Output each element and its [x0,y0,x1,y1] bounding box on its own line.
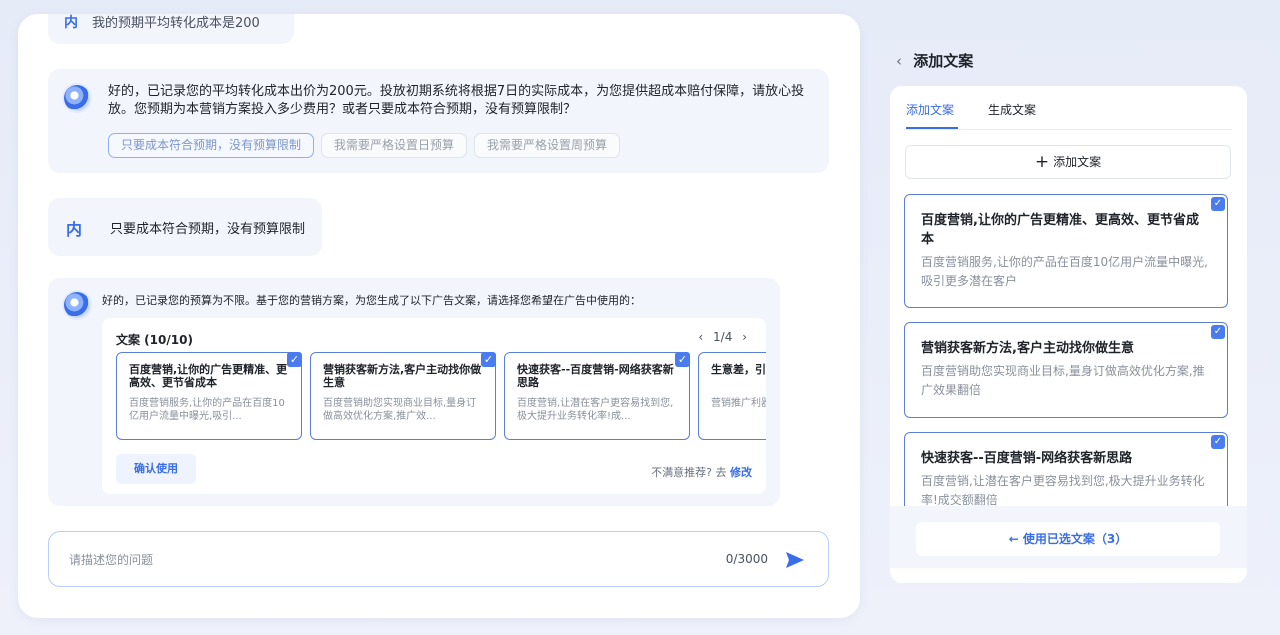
ad-copy-item-desc: 营销推广利器,专业... [711,398,766,409]
side-copy-item[interactable]: 快速获客--百度营销-网络获客新思路 百度营销,让潜在客户更容易找到您,极大提升… [904,432,1228,506]
check-icon[interactable]: ✓ [287,352,302,367]
ad-copy-item[interactable]: 营销获客新方法,客户主动找你做生意 百度营销助您实现商业目标,量身订做高效优化方… [310,352,496,440]
check-icon[interactable]: ✓ [1211,197,1225,211]
ad-copy-item-title: 营销获客新方法,客户主动找你做生意 [323,363,482,389]
side-copy-item-desc: 百度营销服务,让你的产品在百度10亿用户流量中曝光,吸引更多潜在客户 [921,255,1208,288]
check-icon[interactable]: ✓ [675,352,690,367]
bot-message-text: 好的，已记录您的预算为不限。基于您的营销方案，为您生成了以下广告文案，请选择您希… [102,294,641,307]
plus-icon: + [1034,152,1050,172]
ad-copy-item-title: 快速获客--百度营销-网络获客新思路 [517,363,674,389]
side-copy-item-desc: 百度营销助您实现商业目标,量身订做高效优化方案,推广效果翻倍 [921,364,1205,397]
char-counter: 0/3000 [725,552,768,566]
ad-copy-item-desc: 百度营销助您实现商业目标,量身订做高效优化方案,推广效... [323,398,477,422]
ad-copy-card: 文案 (10/10) ‹ 1/4 › 百度营销,让你的广告更精准、更高效、更节省… [102,318,766,494]
tab-add-copy[interactable]: 添加文案 [906,101,954,118]
chat-input-box: 0/3000 [48,531,829,587]
modify-link[interactable]: 修改 [730,466,752,479]
check-icon[interactable]: ✓ [481,352,496,367]
side-panel-title: 添加文案 [913,52,974,70]
quick-reply-chip-weekly-budget[interactable]: 我需要严格设置周预算 [474,133,621,158]
user-message-bubble: 内 我的预期平均转化成本是200 [48,14,294,44]
ad-copy-item-desc: 百度营销,让潜在客户更容易找到您,极大提升业务转化率!成... [517,398,674,422]
side-copy-item-title: 营销获客新方法,客户主动找你做生意 [921,341,1134,356]
user-message-text: 只要成本符合预期，没有预算限制 [110,222,306,237]
side-panel: 添加文案 生成文案 + 添加文案 百度营销,让你的广告更精准、更高效、更节省成本 … [890,86,1247,583]
side-copy-item[interactable]: 百度营销,让你的广告更精准、更高效、更节省成本 百度营销服务,让你的产品在百度1… [904,194,1228,308]
chat-input[interactable] [69,549,629,571]
user-message-text: 我的预期平均转化成本是200 [92,16,260,31]
side-copy-item[interactable]: 营销获客新方法,客户主动找你做生意 百度营销助您实现商业目标,量身订做高效优化方… [904,322,1228,418]
ad-copy-item-title: 生意差，引流推广 [711,363,766,376]
check-icon[interactable]: ✓ [1211,325,1225,339]
ad-copy-item-desc: 百度营销服务,让你的产品在百度10亿用户流量中曝光,吸引... [129,398,285,422]
side-panel-header: ‹ 添加文案 [896,50,973,71]
ad-copy-item[interactable]: 百度营销,让你的广告更精准、更高效、更节省成本 百度营销服务,让你的产品在百度1… [116,352,302,440]
add-copy-button-label: 添加文案 [1053,155,1102,169]
send-icon[interactable] [784,549,806,571]
user-message-bubble: 内 只要成本符合预期，没有预算限制 [48,198,322,256]
bot-message-bubble: 好的，已记录您的平均转化成本出价为200元。投放初期系统将根据7日的实际成本，为… [48,69,829,173]
side-copy-item-title: 快速获客--百度营销-网络获客新思路 [921,451,1133,466]
quick-reply-chips: 只要成本符合预期，没有预算限制 我需要严格设置日预算 我需要严格设置周预算 [108,133,621,158]
user-avatar: 内 [64,15,78,31]
chat-panel: 内 我的预期平均转化成本是200 好的，已记录您的平均转化成本出价为200元。投… [18,14,860,618]
ad-copy-item[interactable]: 生意差，引流推广 营销推广利器,专业... [698,352,766,440]
tab-bar: 添加文案 生成文案 [904,98,1232,130]
bot-message-text: 好的，已记录您的平均转化成本出价为200元。投放初期系统将根据7日的实际成本，为… [108,84,805,117]
user-avatar: 内 [66,220,83,239]
bot-avatar-icon [64,85,90,111]
ad-copy-item[interactable]: 快速获客--百度营销-网络获客新思路 百度营销,让潜在客户更容易找到您,极大提升… [504,352,690,440]
dissatisfied-hint: 不满意推荐? 去 修改 [651,464,752,480]
side-copy-list: 百度营销,让你的广告更精准、更高效、更节省成本 百度营销服务,让你的产品在百度1… [904,194,1232,506]
pager-prev-icon[interactable]: ‹ [698,330,703,344]
pager-next-icon[interactable]: › [742,330,747,344]
use-selected-bar: ← 使用已选文案（3） [890,506,1247,568]
pager-text: 1/4 [713,330,733,344]
back-arrow-icon[interactable]: ‹ [896,52,902,70]
add-copy-button[interactable]: + 添加文案 [905,145,1231,179]
side-copy-item-desc: 百度营销,让潜在客户更容易找到您,极大提升业务转化率!成交额翻倍 [921,474,1205,506]
ad-copy-card-title: 文案 (10/10) [116,333,193,347]
tab-generate-copy[interactable]: 生成文案 [988,101,1036,118]
pager: ‹ 1/4 › [695,330,750,344]
ad-copy-list: 百度营销,让你的广告更精准、更高效、更节省成本 百度营销服务,让你的产品在百度1… [116,352,766,440]
side-copy-item-title: 百度营销,让你的广告更精准、更高效、更节省成本 [921,213,1199,247]
bot-avatar-icon [64,292,90,318]
dissatisfied-text: 不满意推荐? 去 [651,466,727,479]
check-icon[interactable]: ✓ [1211,435,1225,449]
bot-message-bubble: 好的，已记录您的预算为不限。基于您的营销方案，为您生成了以下广告文案，请选择您希… [48,278,780,506]
confirm-use-button[interactable]: 确认使用 [116,454,196,484]
use-selected-copy-button[interactable]: ← 使用已选文案（3） [916,522,1220,556]
quick-reply-chip-no-budget[interactable]: 只要成本符合预期，没有预算限制 [108,133,315,158]
tab-underline [906,127,958,129]
quick-reply-chip-daily-budget[interactable]: 我需要严格设置日预算 [321,133,468,158]
ad-copy-item-title: 百度营销,让你的广告更精准、更高效、更节省成本 [129,363,288,389]
